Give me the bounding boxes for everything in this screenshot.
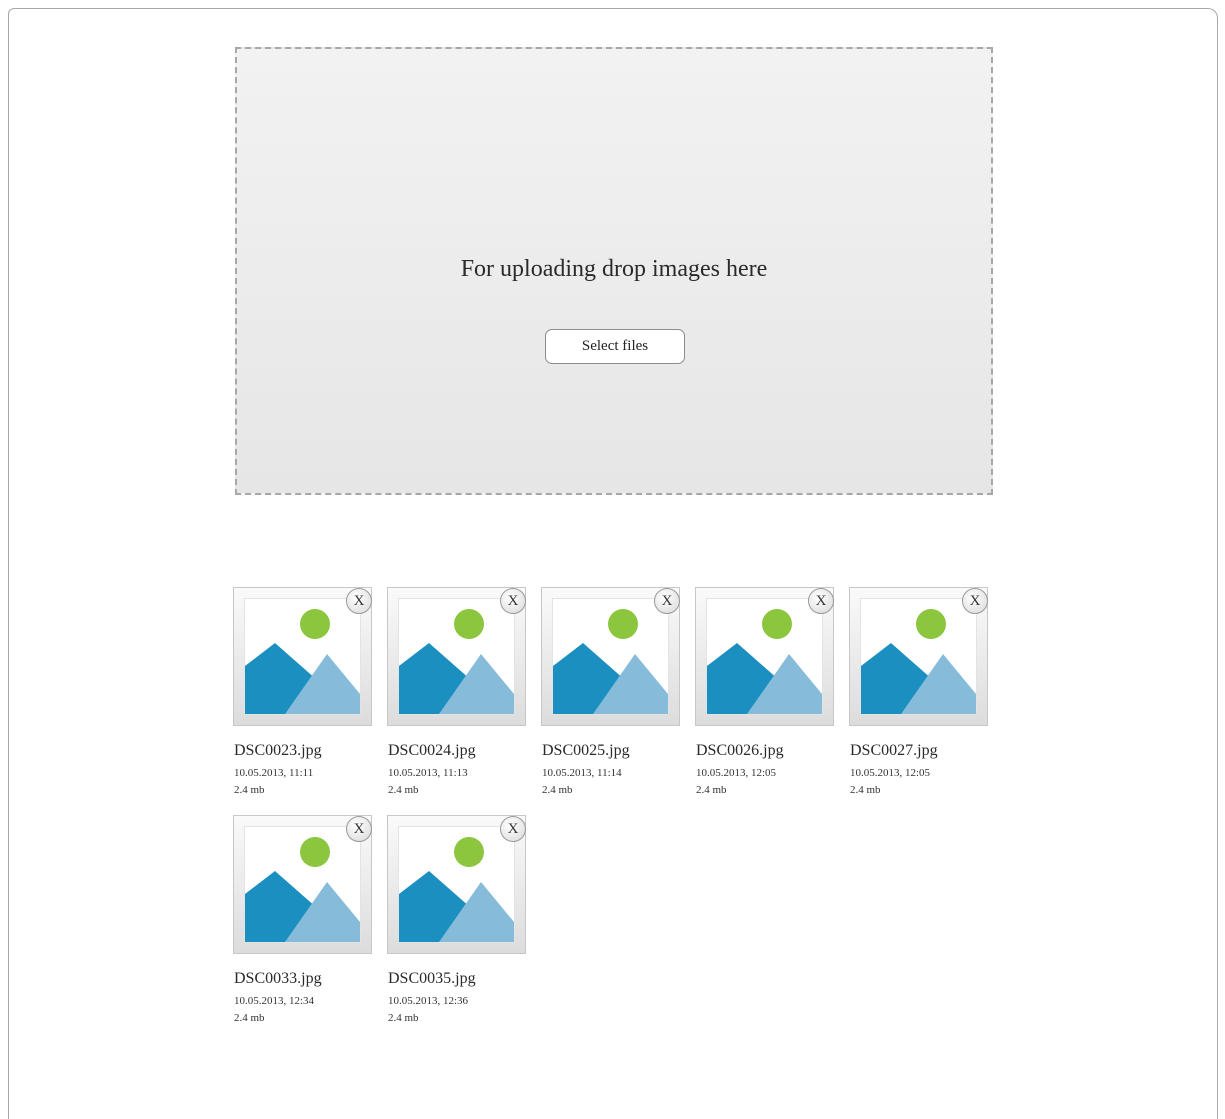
- remove-file-button[interactable]: X: [346, 588, 372, 614]
- file-date: 10.05.2013, 12:36: [388, 995, 469, 1007]
- file-name: DSC0033.jpg: [234, 970, 322, 987]
- file-name: DSC0025.jpg: [542, 742, 630, 759]
- file-date: 10.05.2013, 11:13: [388, 767, 468, 779]
- file-card: X DSC0025.jpg 10.05.2013, 11:14 2.4 mb: [541, 587, 680, 811]
- image-placeholder-icon: [244, 826, 361, 943]
- image-placeholder-icon: [706, 598, 823, 715]
- image-placeholder-icon: [552, 598, 669, 715]
- remove-file-button[interactable]: X: [500, 588, 526, 614]
- file-card: X DSC0023.jpg 10.05.2013, 11:11 2.4 mb: [233, 587, 372, 811]
- file-card: X DSC0033.jpg 10.05.2013, 12:34 2.4 mb: [233, 815, 372, 1039]
- file-card: X DSC0024.jpg 10.05.2013, 11:13 2.4 mb: [387, 587, 526, 811]
- file-date: 10.05.2013, 12:34: [234, 995, 315, 1007]
- image-placeholder-icon: [244, 598, 361, 715]
- file-date: 10.05.2013, 11:11: [234, 767, 314, 779]
- file-size: 2.4 mb: [850, 784, 881, 796]
- file-date: 10.05.2013, 12:05: [696, 767, 777, 779]
- file-card: X DSC0026.jpg 10.05.2013, 12:05 2.4 mb: [695, 587, 834, 811]
- file-size: 2.4 mb: [234, 1012, 265, 1024]
- file-date: 10.05.2013, 11:14: [542, 767, 622, 779]
- file-name: DSC0023.jpg: [234, 742, 322, 759]
- file-size: 2.4 mb: [234, 784, 265, 796]
- remove-file-button[interactable]: X: [962, 588, 988, 614]
- file-name: DSC0026.jpg: [696, 742, 784, 759]
- file-size: 2.4 mb: [696, 784, 727, 796]
- remove-file-button[interactable]: X: [808, 588, 834, 614]
- image-placeholder-icon: [398, 598, 515, 715]
- image-placeholder-icon: [398, 826, 515, 943]
- remove-file-button[interactable]: X: [500, 816, 526, 842]
- file-size: 2.4 mb: [542, 784, 573, 796]
- file-size: 2.4 mb: [388, 1012, 419, 1024]
- file-name: DSC0035.jpg: [388, 970, 476, 987]
- file-name: DSC0027.jpg: [850, 742, 938, 759]
- file-size: 2.4 mb: [388, 784, 419, 796]
- file-card: X DSC0035.jpg 10.05.2013, 12:36 2.4 mb: [387, 815, 526, 1039]
- file-card: X DSC0027.jpg 10.05.2013, 12:05 2.4 mb: [849, 587, 988, 811]
- select-files-button[interactable]: Select files: [545, 329, 685, 364]
- image-placeholder-icon: [860, 598, 977, 715]
- remove-file-button[interactable]: X: [346, 816, 372, 842]
- drop-zone[interactable]: For uploading drop images here Select fi…: [235, 47, 993, 495]
- remove-file-button[interactable]: X: [654, 588, 680, 614]
- file-date: 10.05.2013, 12:05: [850, 767, 931, 779]
- file-name: DSC0024.jpg: [388, 742, 476, 759]
- file-gallery: X DSC0023.jpg 10.05.2013, 11:11 2.4 mb X…: [233, 587, 1013, 1039]
- drop-zone-text: For uploading drop images here: [460, 256, 768, 282]
